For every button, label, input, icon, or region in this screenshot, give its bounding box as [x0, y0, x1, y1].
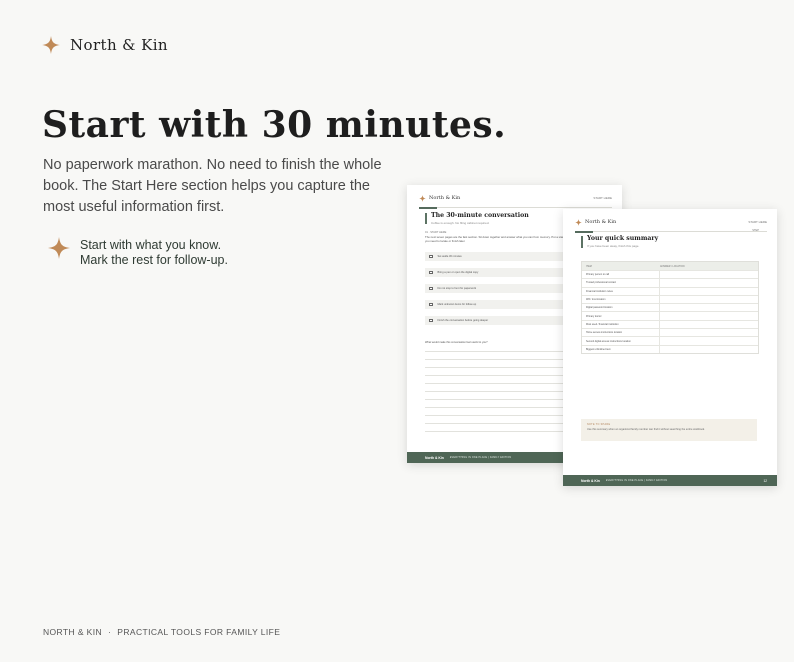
writing-line: [425, 367, 565, 368]
page-footer-brand: North & Kin: [425, 455, 444, 460]
table-cell: Primary doctor: [582, 312, 660, 320]
page-divider: [575, 231, 767, 232]
checklist-label: Set aside 30 minutes: [437, 255, 462, 258]
table-header-cell: ITEM: [586, 264, 592, 268]
table-cell: Trusted professional contact: [582, 279, 660, 287]
checkbox[interactable]: [429, 318, 433, 323]
page-heading: Your quick summary: [587, 235, 659, 242]
summary-table: ITEM ANSWER / LOCATION Primary person to…: [581, 261, 759, 354]
checklist-item[interactable]: Mark unknown items for follow-up: [425, 300, 565, 309]
table-cell: Will / trust location: [582, 295, 660, 304]
checklist-item[interactable]: Do not stop to hunt for paperwork: [425, 284, 565, 293]
sparkle-icon: [419, 194, 426, 202]
table-header: ITEM ANSWER / LOCATION: [582, 262, 758, 270]
table-cell: Biggest unfinished item: [582, 345, 660, 353]
note-body: Use this summary when an organized famil…: [587, 428, 705, 431]
page-footer: North & Kin EVERYTHING IN ONE PLACE | FA…: [563, 475, 777, 486]
footer-brand: NORTH & KIN: [43, 627, 103, 637]
title-accent-bar: [581, 236, 583, 248]
checklist-label: Bring a pen or open the digital copy: [437, 271, 479, 274]
tip-line-2: Mark the rest for follow-up.: [80, 253, 228, 267]
page-section-label: START HERE: [593, 196, 612, 200]
table-cell: Second digital access instructions locat…: [582, 337, 660, 345]
page-subheading: If you have been away, finish this page.: [587, 244, 640, 248]
writing-line: [425, 359, 565, 360]
writing-line: [425, 415, 565, 416]
table-header-cell: ANSWER / LOCATION: [660, 264, 685, 268]
table-row[interactable]: Digital password location: [582, 303, 758, 312]
table-row[interactable]: Most used / financial institution: [582, 319, 758, 329]
checkbox[interactable]: [429, 254, 433, 259]
page-brand: North & Kin: [575, 218, 617, 226]
page-subheading: Coffee is enough. No filing cabinet requ…: [431, 221, 490, 225]
page-question: What would make this conversation feel u…: [425, 341, 488, 344]
page-header: North & Kin START HERE: [419, 191, 612, 205]
checklist-item[interactable]: Bring a pen or open the digital copy: [425, 268, 565, 277]
table-cell: Home access instructions location: [582, 329, 660, 337]
title-accent-bar: [425, 213, 427, 224]
page-heading: The 30-minute conversation: [431, 212, 529, 219]
page-brand: North & Kin: [419, 194, 461, 202]
checklist-item[interactable]: Finish the conversation before going dee…: [425, 316, 565, 325]
page-kicker: 01 · START HERE: [425, 231, 447, 234]
table-cell: Financial institution notes: [582, 287, 660, 295]
page-intro: The next seven pages are the fast sectio…: [425, 235, 584, 243]
checklist-label: Mark unknown items for follow-up: [437, 303, 477, 306]
table-row[interactable]: Second digital access instructions locat…: [582, 336, 758, 345]
table-row[interactable]: Biggest unfinished item: [582, 344, 758, 353]
writing-line: [425, 391, 565, 392]
page-preview-summary: North & Kin START HERE STEP Your quick s…: [563, 209, 777, 486]
table-cell: Primary person to call: [582, 271, 660, 279]
page-footer-brand: North & Kin: [581, 478, 600, 483]
table-row[interactable]: Primary person to call: [582, 270, 758, 279]
footer-tagline: PRACTICAL TOOLS FOR FAMILY LIFE: [117, 627, 281, 637]
table-cell: Digital password location: [582, 304, 660, 312]
checklist-label: Finish the conversation before going dee…: [437, 319, 489, 322]
table-row[interactable]: Financial institution notes: [582, 286, 758, 295]
writing-line: [425, 399, 565, 400]
checklist-item[interactable]: Set aside 30 minutes: [425, 252, 565, 261]
page-footer-text: EVERYTHING IN ONE PLACE | FAMILY EDITION: [605, 479, 668, 482]
sparkle-icon: [575, 218, 582, 226]
table-row[interactable]: Trusted professional contact: [582, 278, 758, 287]
writing-line: [425, 431, 565, 432]
footer-separator: ·: [108, 627, 112, 637]
site-footer: NORTH & KIN · PRACTICAL TOOLS FOR FAMILY…: [43, 627, 280, 637]
tip-text: Start with what you know. Mark the rest …: [80, 238, 228, 268]
note-title: NOTE TO SHARE: [587, 423, 611, 426]
page-brand-name: North & Kin: [429, 195, 461, 201]
writing-line: [425, 407, 565, 408]
tip-line-1: Start with what you know.: [80, 238, 222, 252]
brand-logo[interactable]: North & Kin: [42, 36, 168, 54]
writing-line: [425, 375, 565, 376]
page-divider-accent: [575, 230, 593, 233]
page-divider: [419, 207, 612, 208]
tip-callout: Start with what you know. Mark the rest …: [48, 237, 228, 268]
page-title: Start with 30 minutes.: [42, 104, 507, 146]
page-footer-text: EVERYTHING IN ONE PLACE | FAMILY EDITION: [449, 456, 512, 459]
page-divider-accent: [419, 206, 437, 209]
page-step-label: STEP: [752, 229, 759, 232]
sparkle-icon: [48, 237, 70, 259]
note-box: NOTE TO SHARE Use this summary when an o…: [581, 419, 757, 441]
checklist-label: Do not stop to hunt for paperwork: [437, 287, 477, 290]
table-row[interactable]: Will / trust location: [582, 294, 758, 304]
brand-name: North & Kin: [70, 36, 168, 54]
checkbox[interactable]: [429, 302, 433, 307]
checkbox[interactable]: [429, 270, 433, 275]
page-number: 12: [763, 478, 767, 483]
writing-line: [425, 383, 565, 384]
page-brand-name: North & Kin: [585, 219, 617, 225]
writing-line: [425, 351, 565, 352]
table-row[interactable]: Home access instructions location: [582, 328, 758, 337]
sparkle-icon: [42, 36, 60, 54]
lead-paragraph: No paperwork marathon. No need to finish…: [43, 157, 382, 215]
writing-line: [425, 423, 565, 424]
page-header: North & Kin START HERE: [575, 215, 767, 229]
page-section-label: START HERE: [748, 220, 767, 224]
checkbox[interactable]: [429, 286, 433, 291]
table-cell: Most used / financial institution: [582, 320, 660, 329]
table-row[interactable]: Primary doctor: [582, 311, 758, 320]
